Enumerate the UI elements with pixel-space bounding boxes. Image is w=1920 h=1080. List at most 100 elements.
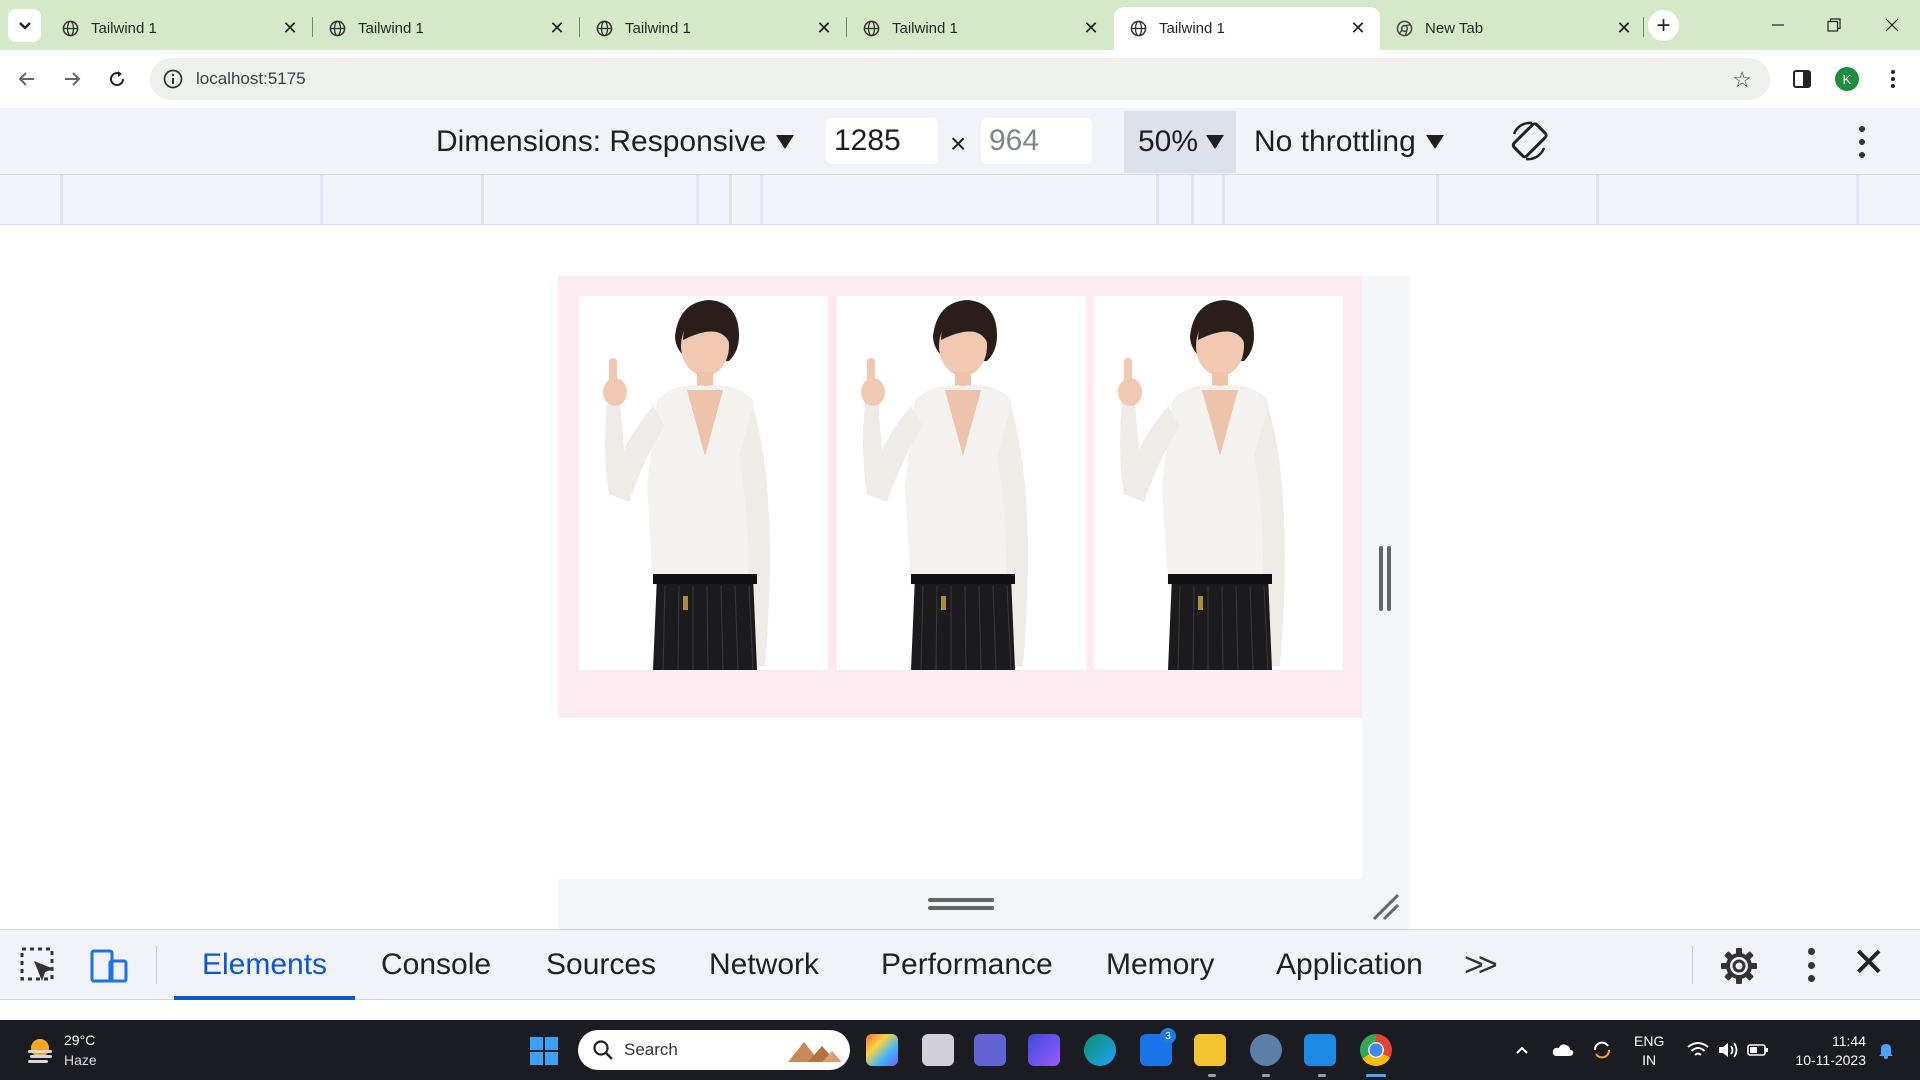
- onedrive-cloud-icon[interactable]: [1550, 1038, 1576, 1062]
- volume-icon[interactable]: [1716, 1038, 1740, 1062]
- media-query-marker[interactable]: [760, 175, 763, 224]
- media-query-marker[interactable]: [1436, 175, 1439, 224]
- address-bar[interactable]: localhost:5175 ☆: [150, 58, 1770, 100]
- browser-tab[interactable]: New Tab ✕: [1380, 7, 1646, 50]
- wifi-icon[interactable]: [1686, 1038, 1710, 1062]
- media-query-marker[interactable]: [1596, 175, 1599, 224]
- side-panel-icon: [1793, 70, 1811, 88]
- toolbar-separator: [1692, 946, 1693, 984]
- device-options-button[interactable]: [1850, 126, 1874, 158]
- person-photo: [1094, 296, 1343, 671]
- media-query-marker[interactable]: [60, 175, 63, 224]
- browser-tab[interactable]: Tailwind 1 ✕: [313, 7, 579, 50]
- back-button[interactable]: [10, 62, 44, 96]
- minimize-button[interactable]: [1758, 10, 1798, 40]
- media-query-marker[interactable]: [696, 175, 699, 224]
- browser-tab[interactable]: Tailwind 1 ✕: [46, 7, 312, 50]
- browser-tab[interactable]: Tailwind 1 ✕: [847, 7, 1113, 50]
- devtools-more-button[interactable]: [1806, 948, 1816, 982]
- browser-tab-active[interactable]: Tailwind 1 ✕: [1114, 7, 1380, 50]
- edge-browser-icon[interactable]: [1084, 1034, 1116, 1066]
- tab-search-button[interactable]: [8, 9, 41, 42]
- running-indicator: [1208, 1074, 1216, 1077]
- file-explorer-icon[interactable]: [1194, 1034, 1226, 1066]
- bookmark-star-icon[interactable]: ☆: [1732, 67, 1752, 93]
- close-icon[interactable]: ✕: [280, 18, 300, 39]
- resize-handle-bottom[interactable]: [558, 879, 1411, 929]
- more-tabs-chevron-icon[interactable]: >>: [1464, 946, 1498, 985]
- close-icon[interactable]: ✕: [1614, 18, 1634, 39]
- tab-title: New Tab: [1425, 20, 1484, 37]
- visual-studio-icon[interactable]: [1028, 1034, 1060, 1066]
- browser-tab[interactable]: Tailwind 1 ✕: [580, 7, 846, 50]
- forward-button[interactable]: [55, 62, 89, 96]
- running-indicator: [1262, 1074, 1270, 1077]
- side-panel-button[interactable]: [1789, 66, 1815, 92]
- profile-avatar[interactable]: K: [1835, 67, 1859, 91]
- media-query-marker[interactable]: [1222, 175, 1225, 224]
- system-clock[interactable]: 11:44 10-11-2023: [1786, 1032, 1866, 1070]
- sync-icon[interactable]: [1590, 1038, 1614, 1062]
- browser-menu-button[interactable]: [1880, 66, 1906, 92]
- throttling-dropdown[interactable]: No throttling: [1254, 125, 1444, 159]
- notification-bell-icon[interactable]: [1876, 1038, 1896, 1062]
- height-input[interactable]: 964: [981, 118, 1092, 164]
- person-illustration: [861, 300, 1028, 671]
- media-query-bar[interactable]: [0, 175, 1920, 225]
- taskbar-search-box[interactable]: Search: [578, 1030, 850, 1070]
- devtools-tab-performance[interactable]: Performance: [881, 930, 1053, 1000]
- weather-haze-icon[interactable]: [24, 1034, 56, 1066]
- media-query-marker[interactable]: [1191, 175, 1194, 224]
- devtools-tab-memory[interactable]: Memory: [1106, 930, 1214, 1000]
- weather-temperature: 29°C: [64, 1032, 96, 1048]
- media-query-marker[interactable]: [1856, 175, 1859, 224]
- info-icon[interactable]: [162, 68, 184, 90]
- battery-icon[interactable]: [1746, 1038, 1770, 1062]
- new-tab-button[interactable]: +: [1648, 10, 1679, 41]
- windows-taskbar: 29°C Haze Search 3 ENG IN 11:44 10-11-20…: [0, 1020, 1920, 1080]
- settings-app-icon[interactable]: [1250, 1034, 1282, 1066]
- task-view-icon[interactable]: [922, 1034, 954, 1066]
- media-query-marker[interactable]: [729, 175, 732, 224]
- settings-gear-icon[interactable]: [1718, 945, 1760, 987]
- reload-icon: [110, 71, 125, 87]
- chrome-app-icon[interactable]: [1360, 1034, 1392, 1066]
- close-icon: [1885, 18, 1899, 32]
- copilot-app-icon[interactable]: [866, 1034, 898, 1066]
- devtools-tab-application[interactable]: Application: [1276, 930, 1423, 1000]
- zoom-dropdown[interactable]: 50%: [1124, 111, 1236, 173]
- media-query-marker[interactable]: [1156, 175, 1159, 224]
- teams-chat-icon[interactable]: [974, 1034, 1006, 1066]
- restore-button[interactable]: [1814, 10, 1854, 40]
- width-input[interactable]: 1285: [826, 118, 938, 164]
- windows-start-icon[interactable]: [530, 1037, 558, 1065]
- reload-button[interactable]: [100, 62, 134, 96]
- device-toolbar-icon[interactable]: [88, 945, 130, 987]
- media-query-marker[interactable]: [481, 175, 484, 224]
- rotate-icon[interactable]: [1506, 118, 1552, 164]
- dropdown-arrow-icon: [1206, 135, 1225, 149]
- vscode-icon[interactable]: [1304, 1034, 1336, 1066]
- close-icon[interactable]: ✕: [547, 18, 567, 39]
- close-icon[interactable]: ✕: [1348, 18, 1368, 39]
- close-icon[interactable]: ✕: [814, 18, 834, 39]
- devtools-tab-elements[interactable]: Elements: [174, 930, 356, 1000]
- chevron-up-icon[interactable]: [1512, 1038, 1532, 1062]
- arrow-left-icon: [18, 72, 34, 86]
- close-window-button[interactable]: [1872, 10, 1912, 40]
- tab-title: Tailwind 1: [625, 20, 691, 37]
- dimensions-dropdown[interactable]: Dimensions: Responsive: [436, 125, 795, 159]
- mail-badge: 3: [1160, 1028, 1176, 1044]
- media-query-marker[interactable]: [320, 175, 323, 224]
- language-indicator[interactable]: ENG IN: [1634, 1032, 1664, 1070]
- devtools-tab-network[interactable]: Network: [709, 930, 819, 1000]
- resize-corner-icon[interactable]: [1370, 891, 1400, 921]
- devtools-tab-console[interactable]: Console: [381, 930, 491, 1000]
- close-devtools-icon[interactable]: ✕: [1852, 940, 1886, 986]
- inspect-element-icon[interactable]: [18, 945, 60, 987]
- devtools-tab-sources[interactable]: Sources: [546, 930, 656, 1000]
- address-url[interactable]: localhost:5175: [196, 69, 306, 89]
- close-icon[interactable]: ✕: [1081, 18, 1101, 39]
- resize-handle-right[interactable]: [1362, 276, 1411, 879]
- dropdown-arrow-icon: [776, 135, 795, 149]
